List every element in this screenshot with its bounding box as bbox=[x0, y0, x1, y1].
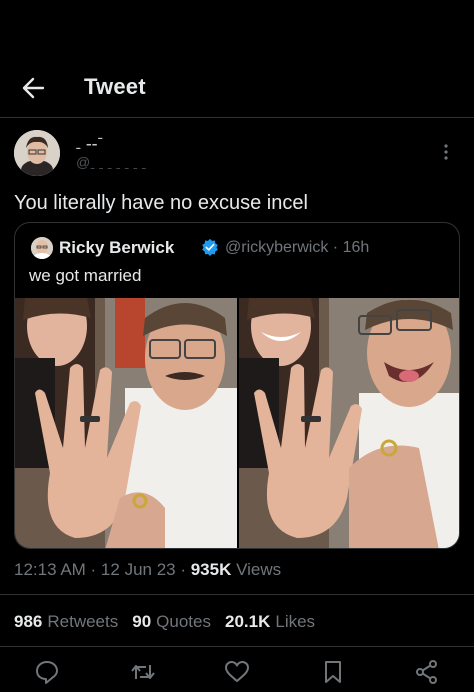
author-handle[interactable]: @ˍ ˍ ˍ ˍ ˍ ˍ ˍ bbox=[76, 154, 146, 170]
top-bar: Tweet bbox=[0, 60, 474, 116]
retweet-button[interactable] bbox=[130, 659, 156, 685]
quote-author-handle: @rickyberwick · 16h bbox=[225, 239, 370, 256]
tweet-meta: 12:13 AM · 12 Jun 23 · 935K Views bbox=[14, 560, 281, 580]
reply-button[interactable] bbox=[34, 659, 60, 685]
quotes-label: Quotes bbox=[156, 612, 211, 631]
more-options-button[interactable] bbox=[436, 142, 456, 162]
photo-right[interactable] bbox=[239, 298, 459, 548]
page-title: Tweet bbox=[84, 74, 146, 99]
quoted-tweet[interactable]: Ricky Berwick @rickyberwick · 16h we got… bbox=[14, 222, 460, 549]
retweet-icon bbox=[131, 665, 155, 679]
retweets-count: 986 bbox=[14, 612, 43, 631]
tweet-stats: 986 Retweets 90 Quotes 20.1K Likes bbox=[14, 612, 329, 632]
retweets-label: Retweets bbox=[47, 612, 119, 631]
reply-icon bbox=[36, 661, 58, 684]
verified-badge-icon bbox=[202, 238, 218, 256]
more-vertical-icon bbox=[444, 144, 448, 160]
quote-text: we got married bbox=[29, 266, 142, 285]
quotes-stat[interactable]: 90 Quotes bbox=[132, 612, 211, 632]
arrow-left-icon bbox=[22, 77, 45, 99]
stats-divider bbox=[0, 646, 474, 647]
share-button[interactable] bbox=[414, 659, 440, 685]
tweet-text: You literally have no excuse incel bbox=[14, 192, 308, 214]
views-count: 935K bbox=[190, 560, 232, 579]
quotes-count: 90 bbox=[132, 612, 152, 631]
quote-avatar bbox=[31, 237, 53, 259]
like-icon bbox=[225, 661, 249, 682]
tweet-author: ˍ ˗˗ˉ @ˍ ˍ ˍ ˍ ˍ ˍ ˍ bbox=[14, 130, 460, 180]
like-button[interactable] bbox=[224, 659, 250, 685]
meta-divider bbox=[0, 594, 474, 595]
share-icon bbox=[416, 660, 437, 684]
likes-label: Likes bbox=[275, 612, 316, 631]
author-name[interactable]: ˍ ˗˗ˉ bbox=[76, 134, 104, 150]
views-label: Views bbox=[231, 560, 282, 579]
author-avatar[interactable] bbox=[14, 130, 60, 176]
photo-left[interactable] bbox=[15, 298, 237, 548]
action-bar bbox=[0, 655, 474, 692]
bookmark-icon bbox=[325, 661, 341, 683]
retweets-stat[interactable]: 986 Retweets bbox=[14, 612, 118, 632]
back-button[interactable] bbox=[18, 74, 48, 102]
quote-media bbox=[15, 298, 459, 548]
likes-stat[interactable]: 20.1K Likes bbox=[225, 612, 315, 632]
likes-count: 20.1K bbox=[224, 612, 271, 631]
tweet-timestamp: 12:13 AM · 12 Jun 23 · bbox=[14, 560, 191, 579]
bookmark-button[interactable] bbox=[320, 659, 346, 685]
quote-author-name: Ricky Berwick bbox=[59, 238, 175, 257]
header-divider bbox=[0, 117, 474, 118]
